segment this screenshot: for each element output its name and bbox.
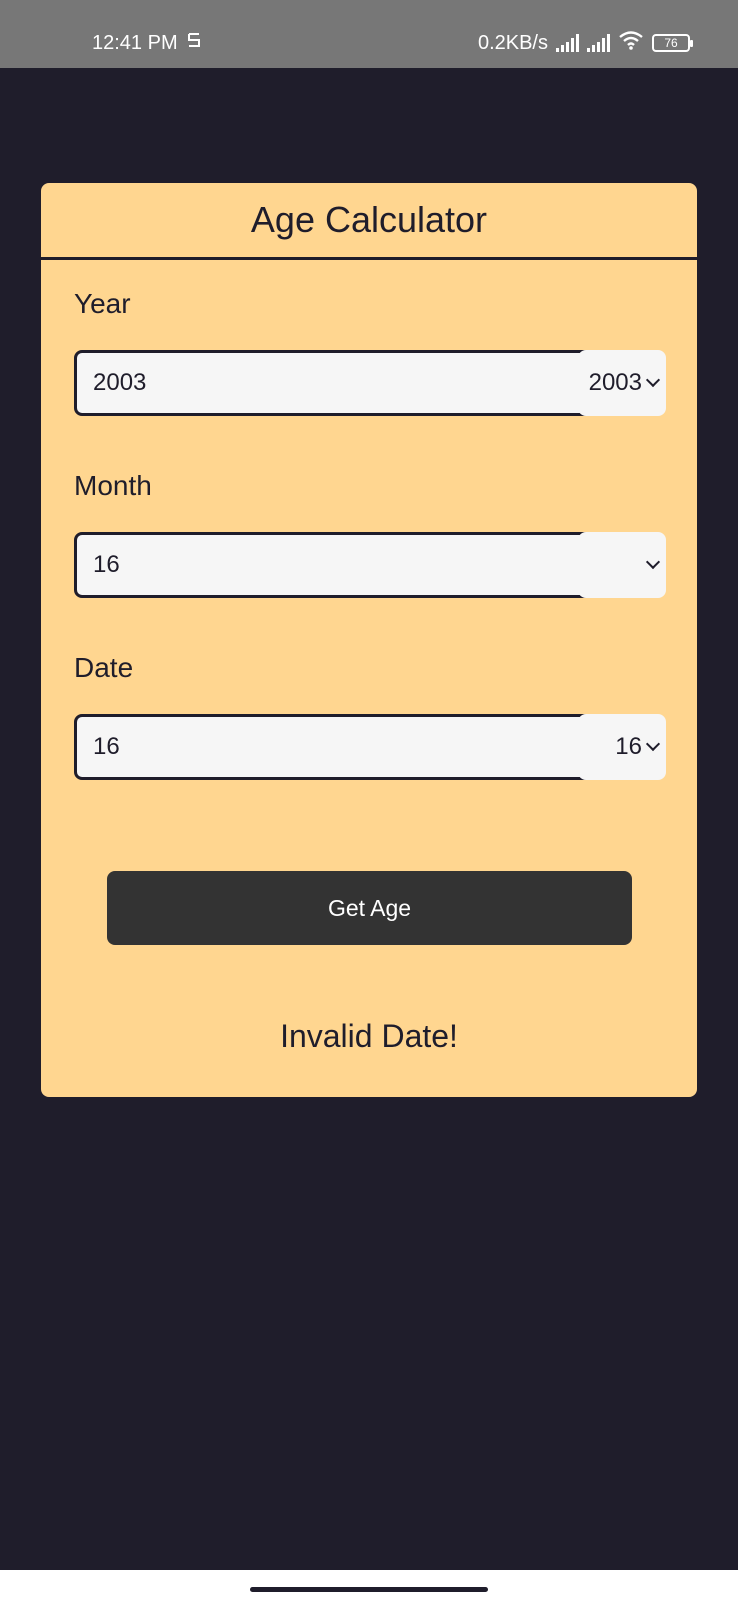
year-dropdown[interactable]: 2003 bbox=[578, 350, 666, 416]
battery-level: 76 bbox=[664, 36, 678, 50]
year-input-value: 2003 bbox=[93, 369, 147, 396]
month-field: 16 bbox=[74, 532, 666, 598]
battery-icon: 76 bbox=[652, 34, 693, 52]
s-logo-icon bbox=[186, 31, 202, 55]
signal-strength-icon bbox=[556, 34, 579, 52]
home-indicator[interactable] bbox=[250, 1587, 488, 1592]
year-field: 2003 2003 bbox=[74, 350, 666, 416]
navigation-bar bbox=[0, 1570, 738, 1600]
date-input-value: 16 bbox=[93, 733, 120, 760]
status-indicators: 0.2KB/s 76 bbox=[477, 30, 693, 56]
wifi-icon bbox=[618, 30, 644, 56]
month-input[interactable]: 16 bbox=[74, 532, 634, 598]
date-input[interactable]: 16 bbox=[74, 714, 634, 780]
status-time-group: 12:41 PM bbox=[92, 31, 202, 55]
year-dropdown-value: 2003 bbox=[588, 369, 642, 396]
date-field: 16 16 bbox=[74, 714, 666, 780]
network-speed: 0.2KB/s bbox=[477, 31, 548, 54]
status-bar: 12:41 PM 0.2KB/s 76 bbox=[0, 0, 738, 68]
age-calculator-card: Age Calculator Year 2003 2003 Month 16 D… bbox=[41, 183, 697, 1097]
chevron-down-icon bbox=[645, 554, 661, 570]
signal-strength-icon bbox=[587, 34, 610, 52]
month-label: Month bbox=[74, 470, 152, 501]
date-label: Date bbox=[74, 652, 134, 683]
date-dropdown[interactable]: 16 bbox=[578, 714, 666, 780]
month-input-value: 16 bbox=[93, 551, 120, 578]
year-label: Year bbox=[74, 288, 131, 319]
month-dropdown[interactable] bbox=[578, 532, 666, 598]
get-age-button[interactable]: Get Age bbox=[107, 871, 632, 945]
year-input[interactable]: 2003 bbox=[74, 350, 634, 416]
chevron-down-icon bbox=[645, 736, 661, 752]
chevron-down-icon bbox=[645, 372, 661, 388]
page-title: Age Calculator bbox=[41, 183, 697, 260]
date-dropdown-value: 16 bbox=[615, 733, 642, 760]
status-time: 12:41 PM bbox=[92, 31, 178, 54]
result-message: Invalid Date! bbox=[280, 1018, 458, 1054]
